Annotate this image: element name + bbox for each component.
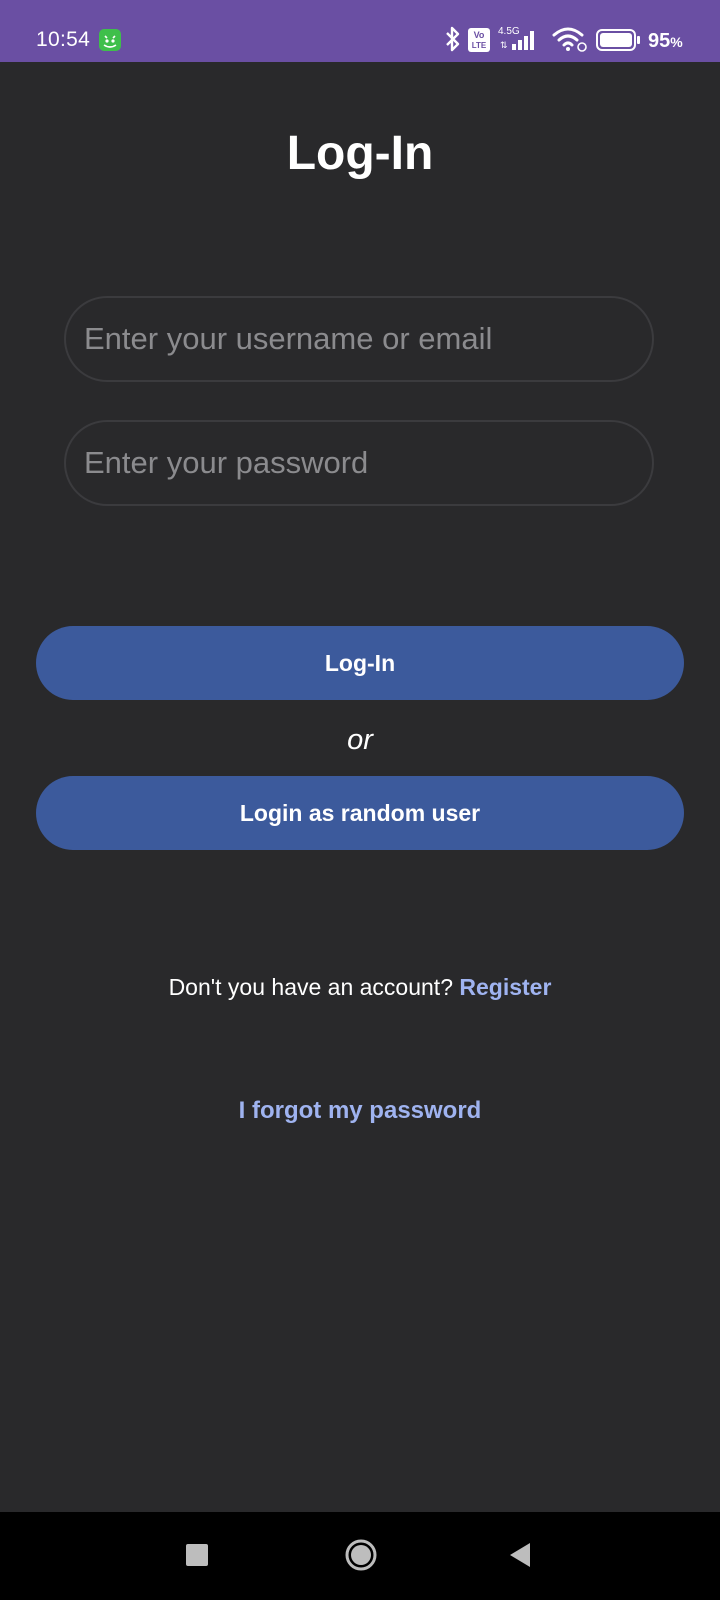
app-notification-icon <box>99 29 121 51</box>
status-bar: 10:54 Vo LTE 4.5G ⇅ 95% <box>0 0 720 62</box>
svg-text:4.5G: 4.5G <box>498 26 520 37</box>
cellular-signal-icon: 4.5G ⇅ <box>496 24 544 59</box>
svg-text:Vo: Vo <box>474 30 485 40</box>
back-icon[interactable] <box>508 1542 532 1568</box>
forgot-password-row: I forgot my password <box>0 1096 720 1126</box>
battery-percentage-value: 95 <box>648 30 671 52</box>
svg-text:LTE: LTE <box>472 41 487 50</box>
or-separator: or <box>347 724 373 756</box>
bluetooth-icon <box>444 25 462 58</box>
battery-percentage-sign: % <box>670 34 683 50</box>
battery-icon <box>596 29 642 56</box>
register-link[interactable]: Register <box>459 974 551 1000</box>
random-user-login-button[interactable]: Login as random user <box>36 776 684 850</box>
register-prompt-row: Don't you have an account? Register <box>0 972 720 1002</box>
page-title: Log-In <box>286 127 434 180</box>
home-icon[interactable] <box>344 1538 378 1572</box>
battery-percentage: 95% <box>648 28 683 55</box>
volte-icon: Vo LTE <box>468 28 490 57</box>
recents-icon[interactable] <box>186 1544 208 1566</box>
login-button[interactable]: Log-In <box>36 626 684 700</box>
wifi-icon <box>552 26 588 57</box>
forgot-password-link[interactable]: I forgot my password <box>239 1097 482 1124</box>
username-input[interactable] <box>64 296 654 382</box>
password-input[interactable] <box>64 420 654 506</box>
login-screen: 10:54 Vo LTE 4.5G ⇅ 95% Log-In Enter you… <box>0 0 720 1600</box>
register-prompt-text: Don't you have an account? <box>168 974 453 1000</box>
svg-text:⇅: ⇅ <box>500 40 508 50</box>
status-time: 10:54 <box>36 28 91 51</box>
